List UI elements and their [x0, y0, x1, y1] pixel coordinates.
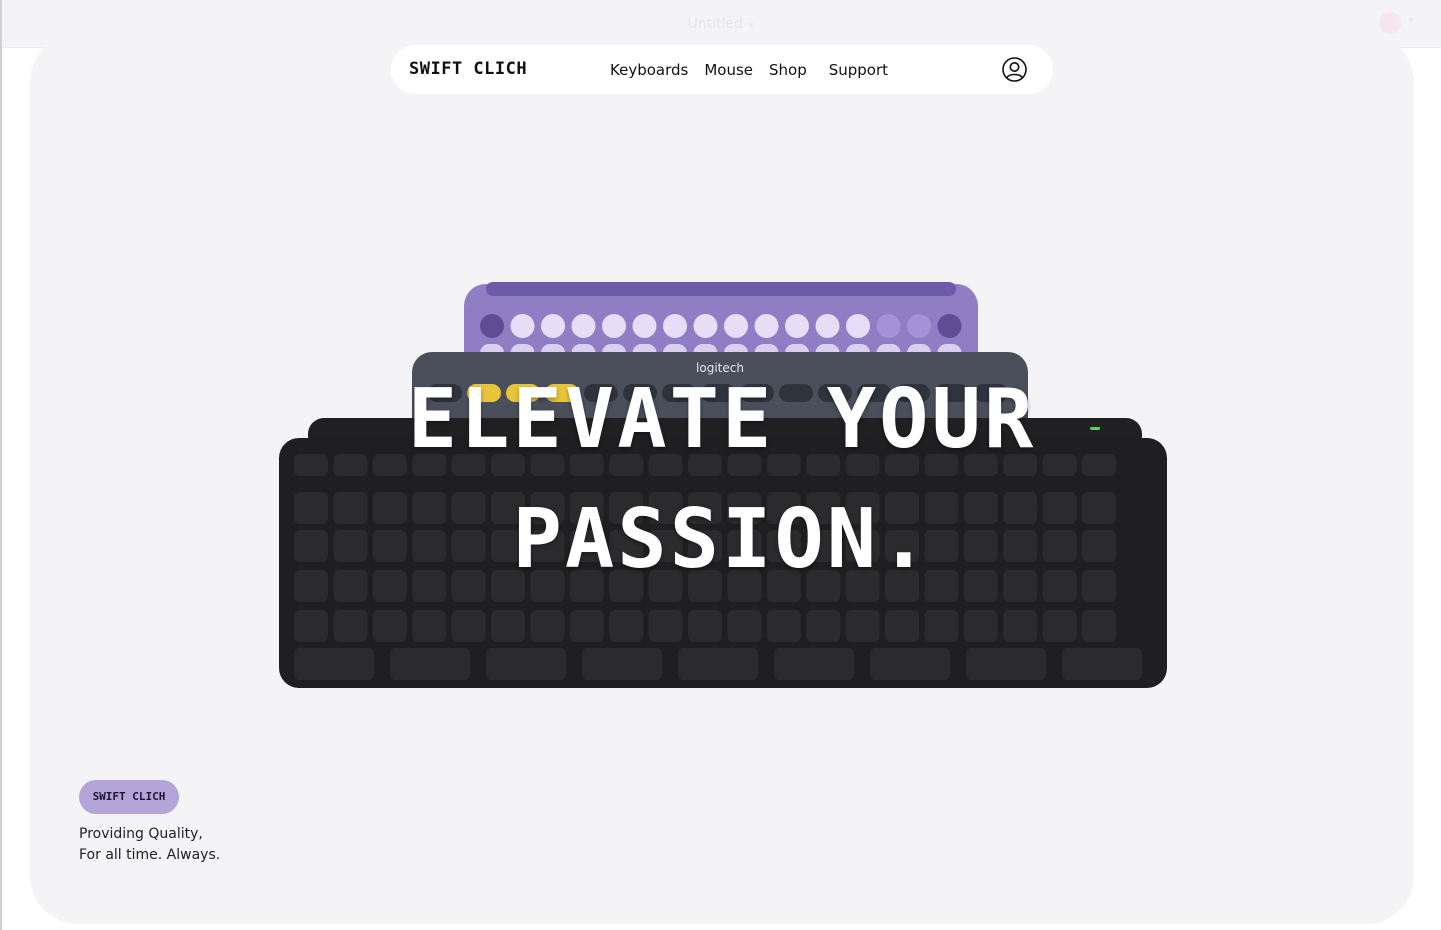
purple-key [571, 314, 596, 338]
purple-key [602, 314, 626, 338]
purple-key [815, 314, 840, 338]
black-key [870, 648, 950, 680]
purple-key [632, 314, 657, 338]
main-navbar: SWIFT CLICH Keyboards Mouse Shop Support [391, 45, 1053, 94]
black-key [372, 610, 407, 642]
purple-key [693, 314, 718, 338]
purple-key [876, 314, 901, 338]
nav-links: Keyboards Mouse Shop Support [610, 61, 904, 79]
document-title[interactable]: Untitled ▾ [0, 16, 1441, 32]
black-key [688, 610, 722, 642]
black-key [727, 610, 762, 642]
black-key [294, 610, 328, 642]
black-key [845, 610, 880, 642]
purple-key [480, 314, 504, 338]
black-key [648, 610, 683, 642]
nav-link-shop[interactable]: Shop [769, 61, 807, 79]
brand-tagline: Providing Quality, For all time. Always. [79, 824, 220, 866]
headline-line-2: PASSION. [512, 492, 932, 587]
black-key [609, 610, 644, 642]
black-key [412, 610, 447, 642]
black-key [885, 610, 919, 642]
purple-key [724, 314, 748, 338]
black-key [766, 610, 801, 642]
hero-card: SWIFT CLICH Keyboards Mouse Shop Support [30, 34, 1414, 924]
purple-key [510, 314, 535, 338]
black-key [530, 610, 565, 642]
account-avatar-icon[interactable] [1379, 12, 1401, 34]
user-circle-icon [1002, 57, 1027, 82]
purple-key [907, 314, 931, 338]
black-key [451, 610, 486, 642]
chevron-down-icon[interactable]: ▾ [1408, 16, 1413, 26]
black-key [924, 610, 959, 642]
black-key [966, 648, 1046, 680]
brand-badge: SWIFT CLICH [79, 780, 179, 814]
hero-headline: ELEVATE YOUR PASSION. [30, 360, 1414, 600]
tagline-line-1: Providing Quality, [79, 826, 203, 842]
nav-link-support[interactable]: Support [829, 61, 888, 79]
black-key [774, 648, 854, 680]
black-key [806, 610, 841, 642]
black-key [486, 648, 566, 680]
purple-key [754, 314, 779, 338]
black-key [294, 648, 374, 680]
tagline-line-2: For all time. Always. [79, 847, 221, 863]
purple-key [785, 314, 809, 338]
purple-key [663, 314, 687, 338]
black-key [333, 610, 368, 642]
black-key [678, 648, 758, 680]
headline-line-1: ELEVATE YOUR [407, 372, 1037, 467]
nav-link-keyboards[interactable]: Keyboards [610, 61, 688, 79]
user-account-button[interactable] [1001, 56, 1028, 83]
purple-key [937, 314, 962, 338]
black-key [491, 610, 525, 642]
black-key [963, 610, 998, 642]
purple-key [846, 314, 870, 338]
black-key [569, 610, 604, 642]
window-edge [0, 0, 2, 930]
black-key [1082, 610, 1116, 642]
purple-key [541, 314, 565, 338]
black-key [582, 648, 662, 680]
document-title-text: Untitled [687, 16, 743, 32]
black-key [1062, 648, 1142, 680]
black-key [390, 648, 470, 680]
nav-link-mouse[interactable]: Mouse [704, 61, 753, 79]
black-key [1003, 610, 1038, 642]
chevron-down-icon: ▾ [748, 21, 754, 31]
black-key [1042, 610, 1077, 642]
brand-logo[interactable]: SWIFT CLICH [409, 59, 527, 79]
